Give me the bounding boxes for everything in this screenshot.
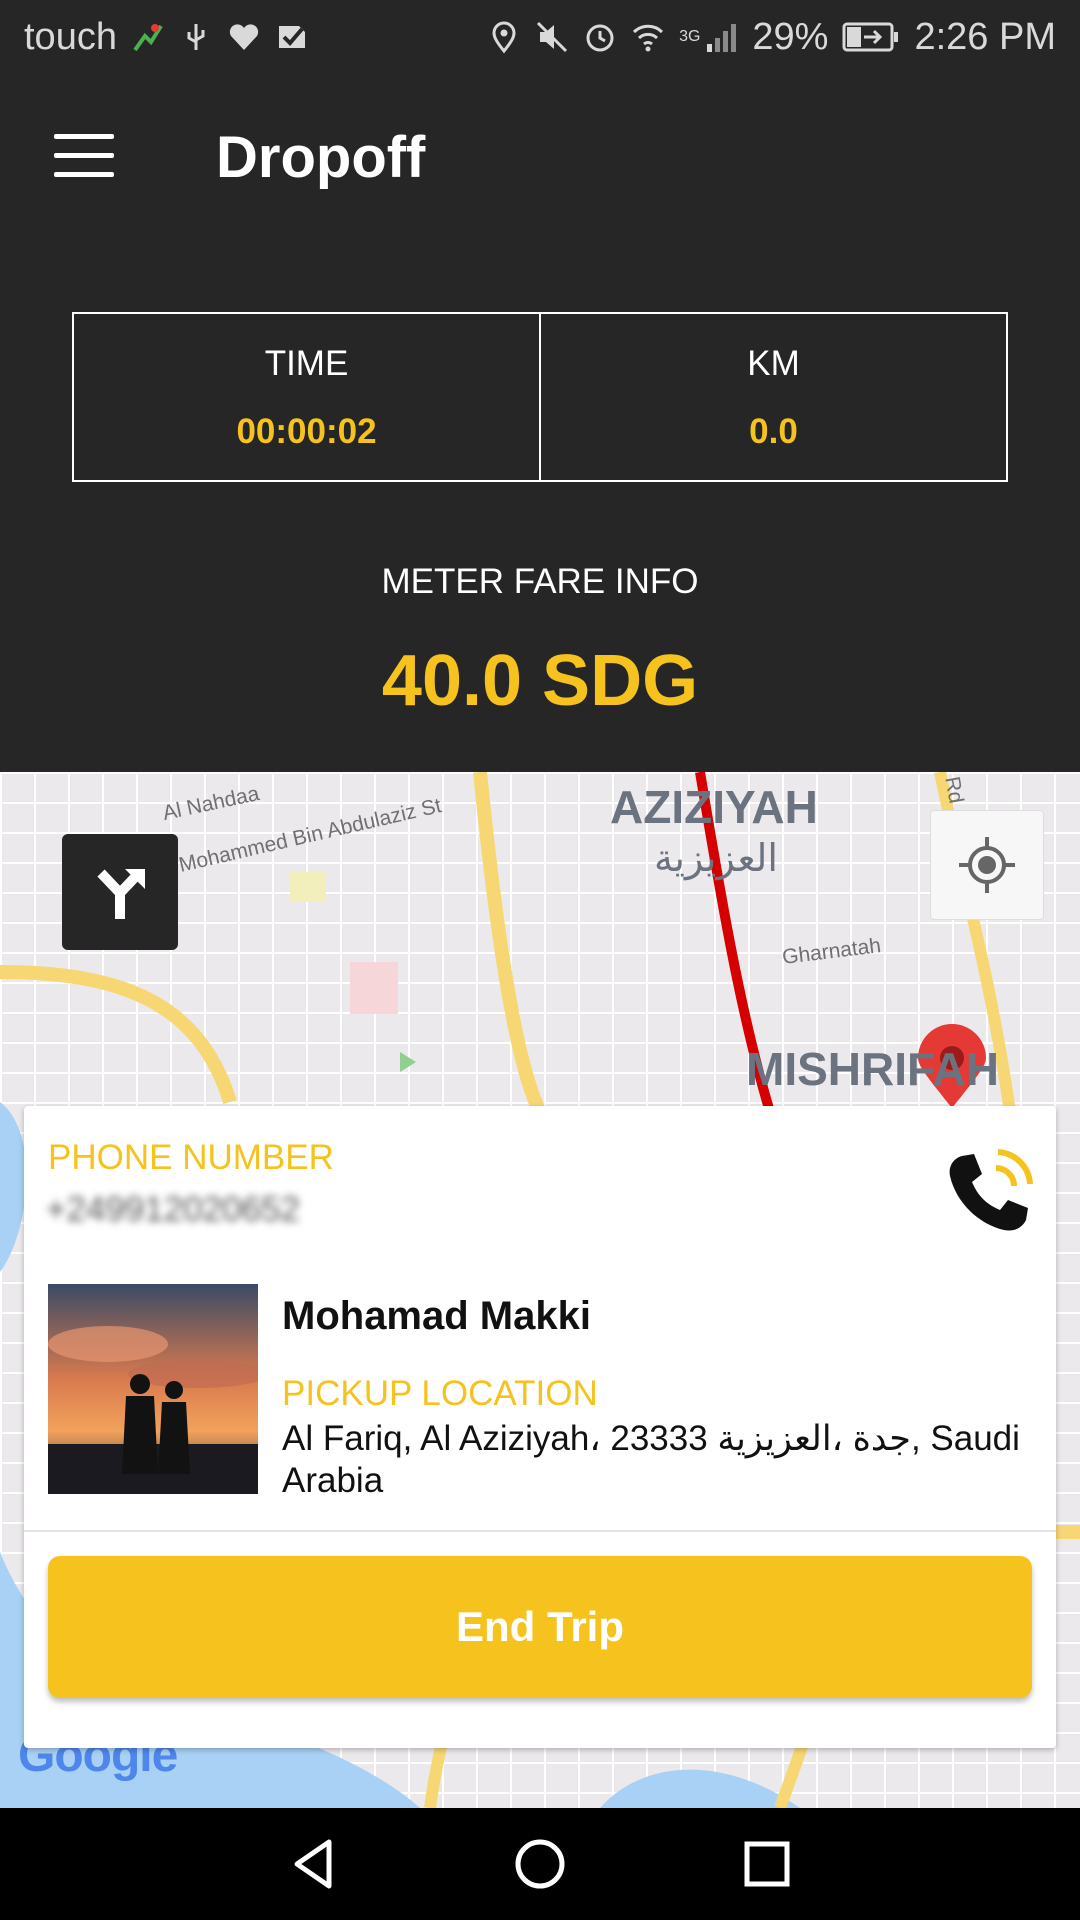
trip-stats-box: TIME 00:00:02 KM 0.0 — [72, 312, 1008, 482]
fare-value: 40.0 SDG — [381, 641, 699, 721]
phone-ringing-icon — [949, 1149, 1033, 1231]
status-right: 3G 29% 2:26 PM — [487, 16, 1056, 59]
cell-signal-icon — [707, 24, 737, 52]
km-label: KM — [747, 344, 800, 383]
trip-meter-panel: TIME 00:00:02 KM 0.0 METER FARE INFO 40.… — [0, 244, 1080, 772]
rider-avatar — [48, 1284, 258, 1494]
phone-number: +249912020652 — [46, 1190, 301, 1229]
avatar-photo — [48, 1284, 258, 1494]
network-type: 3G — [679, 28, 701, 45]
home-icon — [515, 1839, 565, 1889]
status-bar: touch 3G 29% 2:26 PM — [0, 0, 1080, 74]
page-title: Dropoff — [216, 125, 426, 190]
battery-icon — [842, 22, 899, 52]
health-icon — [229, 24, 259, 50]
rider-name: Mohamad Makki — [282, 1294, 591, 1338]
back-button[interactable] — [273, 1824, 353, 1904]
call-button[interactable] — [944, 1146, 1034, 1236]
street-label: Rd — [940, 774, 968, 806]
back-icon — [294, 1839, 332, 1889]
directions-icon — [97, 869, 145, 919]
time-label: TIME — [264, 344, 349, 383]
usb-icon — [187, 24, 205, 50]
check-icon — [278, 26, 305, 48]
crosshair-icon — [959, 837, 1015, 893]
wifi-icon — [633, 24, 664, 52]
divider — [24, 1530, 1056, 1532]
time-stat: TIME 00:00:02 — [74, 314, 539, 480]
km-stat: KM 0.0 — [539, 314, 1006, 480]
km-value: 0.0 — [749, 412, 798, 451]
pickup-label: PICKUP LOCATION — [282, 1374, 598, 1413]
status-left: touch — [24, 16, 309, 59]
pickup-address: Al Fariq, Al Aziziyah، 23333 جدة ،العزيز… — [282, 1419, 1020, 1500]
app-bar: Dropoff — [0, 74, 1080, 244]
clock: 2:26 PM — [914, 15, 1056, 58]
recents-button[interactable] — [727, 1824, 807, 1904]
mute-icon — [537, 21, 568, 53]
my-location-button[interactable] — [930, 810, 1044, 920]
system-nav-bar — [0, 1808, 1080, 1920]
district-label: MISHRIFAH — [746, 1043, 999, 1095]
signal-app-icon — [133, 24, 163, 52]
district-label-arabic: العزيزية — [654, 838, 778, 880]
alarm-icon — [586, 24, 614, 52]
hamburger-menu-icon[interactable] — [54, 134, 114, 178]
time-value: 00:00:02 — [236, 412, 377, 451]
end-trip-button[interactable]: End Trip — [48, 1556, 1032, 1698]
home-button[interactable] — [500, 1824, 580, 1904]
directions-button[interactable] — [62, 834, 178, 950]
district-label: AZIZIYAH — [610, 781, 818, 833]
phone-label: PHONE NUMBER — [48, 1138, 334, 1177]
fare-label: METER FARE INFO — [381, 562, 699, 601]
recents-icon — [744, 1841, 790, 1887]
location-icon — [492, 21, 516, 54]
rider-info-card: PHONE NUMBER +249912020652 Mohamad Makki… — [24, 1106, 1056, 1748]
battery-percent: 29% — [752, 15, 829, 58]
carrier-name: touch — [24, 15, 117, 58]
